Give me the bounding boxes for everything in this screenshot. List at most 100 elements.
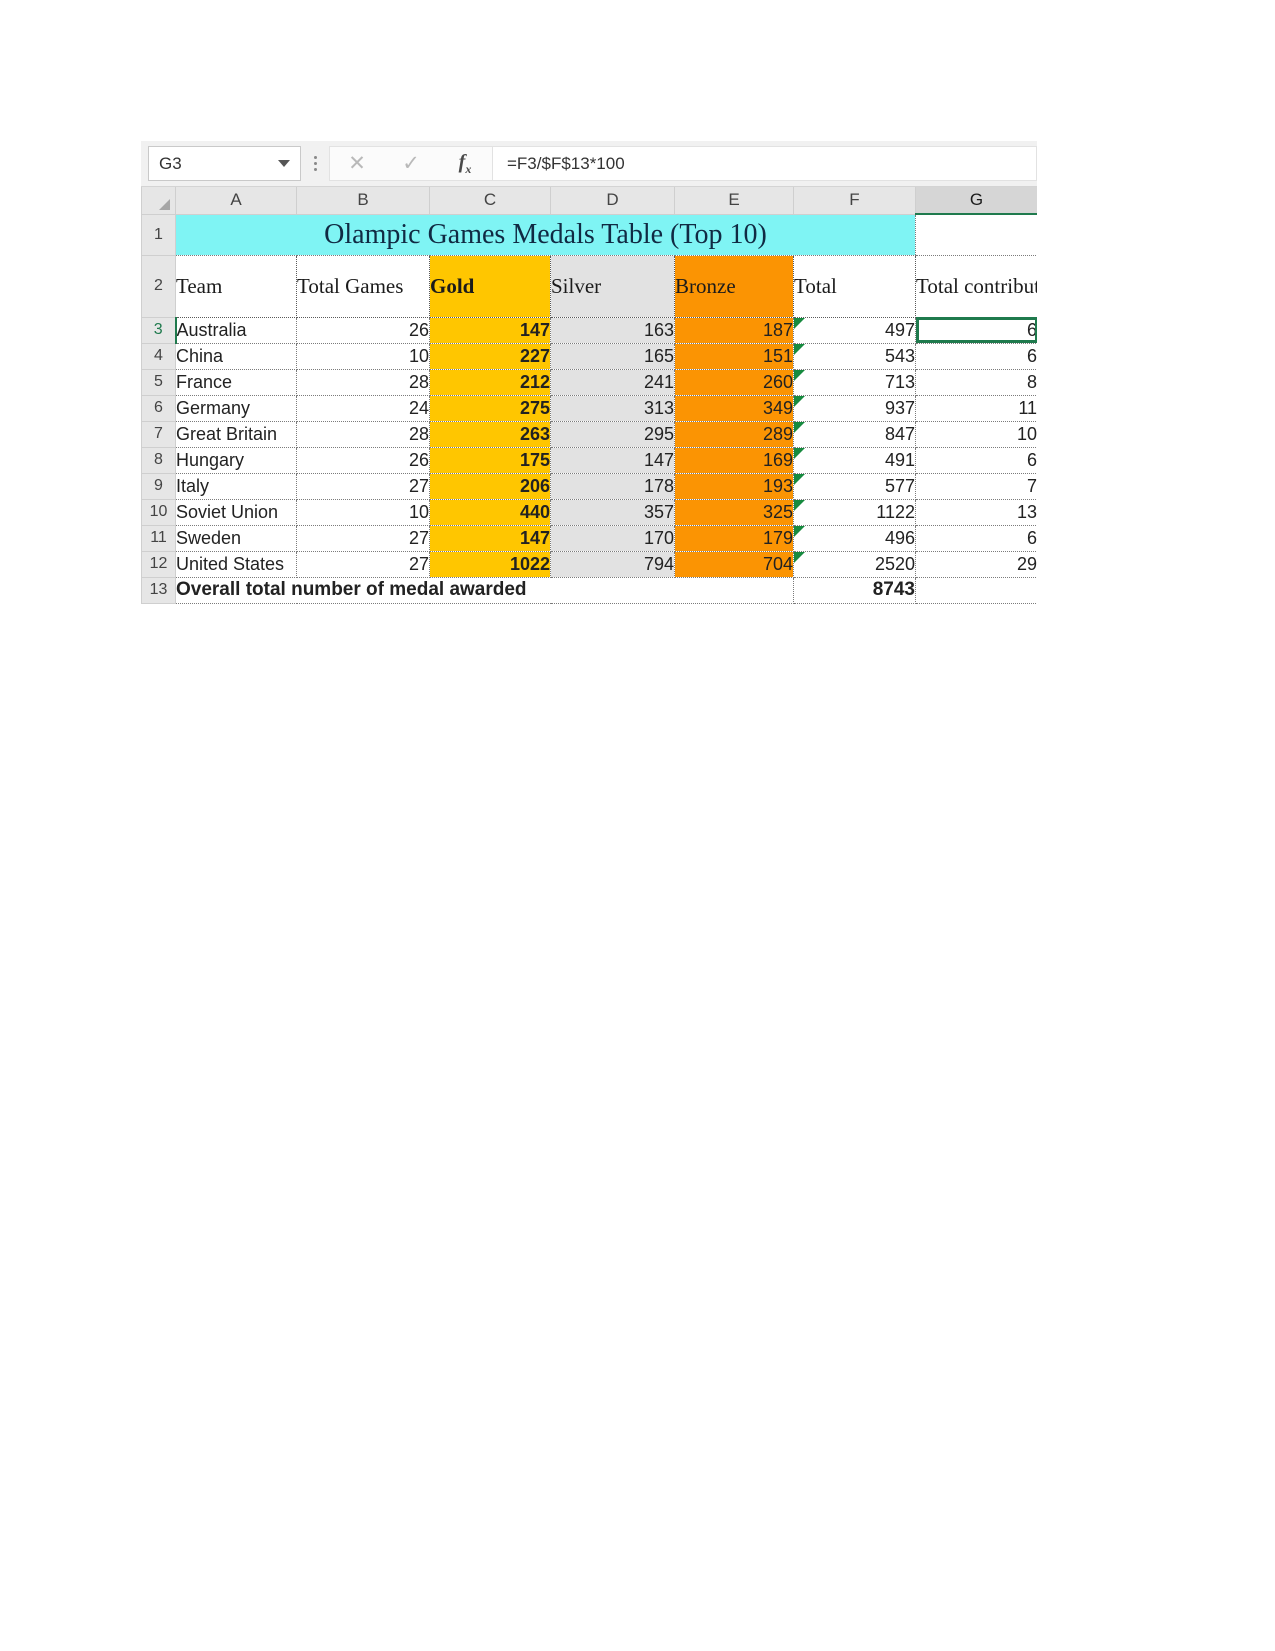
cell-bronze[interactable]: 187 — [674, 317, 794, 344]
cell-gold[interactable]: 275 — [429, 395, 551, 422]
cell-total[interactable]: 496 — [793, 525, 916, 552]
cell-silver[interactable]: 295 — [550, 421, 675, 448]
row-header-10[interactable]: 10 — [141, 498, 176, 526]
cell-silver[interactable]: 165 — [550, 343, 675, 370]
cell-total[interactable]: 577 — [793, 473, 916, 500]
row-header-2[interactable]: 2 — [141, 254, 176, 318]
cell-total-contribution[interactable]: 13 — [915, 499, 1037, 526]
header-bronze[interactable]: Bronze — [674, 255, 794, 318]
cell-total-games[interactable]: 27 — [296, 551, 430, 578]
cell-total-games[interactable]: 27 — [296, 525, 430, 552]
cell-total[interactable]: 1122 — [793, 499, 916, 526]
cell-silver[interactable]: 170 — [550, 525, 675, 552]
column-header-d[interactable]: D — [550, 187, 675, 215]
cell-gold[interactable]: 147 — [429, 317, 551, 344]
cell-total-contribution[interactable]: 6 — [915, 317, 1037, 344]
row-header-6[interactable]: 6 — [141, 394, 176, 422]
cell-team[interactable]: France — [175, 369, 297, 396]
cell-bronze[interactable]: 151 — [674, 343, 794, 370]
cell-bronze[interactable]: 179 — [674, 525, 794, 552]
column-header-b[interactable]: B — [296, 187, 430, 215]
footer-spacer-e[interactable] — [674, 577, 794, 604]
column-header-e[interactable]: E — [674, 187, 794, 215]
cell-team[interactable]: Australia — [175, 317, 297, 344]
cell-bronze[interactable]: 193 — [674, 473, 794, 500]
row-header-13[interactable]: 13 — [141, 576, 176, 604]
header-total[interactable]: Total — [793, 255, 916, 318]
row-header-9[interactable]: 9 — [141, 472, 176, 500]
formula-input[interactable]: =F3/$F$13*100 — [493, 146, 1037, 181]
cell-total[interactable]: 497 — [793, 317, 916, 344]
column-header-a[interactable]: A — [175, 187, 297, 215]
cell-total[interactable]: 713 — [793, 369, 916, 396]
cell-bronze[interactable]: 260 — [674, 369, 794, 396]
cell-silver[interactable]: 147 — [550, 447, 675, 474]
cell-total-contribution[interactable]: 6 — [915, 343, 1037, 370]
cell-total-games[interactable]: 10 — [296, 499, 430, 526]
cell-total-contribution[interactable]: 6 — [915, 447, 1037, 474]
footer-spacer-g[interactable] — [915, 577, 1037, 604]
cell-total-games[interactable]: 10 — [296, 343, 430, 370]
cell-silver[interactable]: 241 — [550, 369, 675, 396]
check-icon[interactable]: ✓ — [384, 153, 438, 174]
cell-total-games[interactable]: 28 — [296, 369, 430, 396]
row-header-5[interactable]: 5 — [141, 368, 176, 396]
header-gold[interactable]: Gold — [429, 255, 551, 318]
cell-team[interactable]: Italy — [175, 473, 297, 500]
cell-total[interactable]: 543 — [793, 343, 916, 370]
header-silver[interactable]: Silver — [550, 255, 675, 318]
row-header-12[interactable]: 12 — [141, 550, 176, 578]
cell-total[interactable]: 491 — [793, 447, 916, 474]
name-box[interactable]: G3 — [148, 146, 301, 181]
kebab-menu-icon[interactable] — [301, 141, 329, 186]
row-header-3[interactable]: 3 — [141, 316, 177, 344]
cell-gold[interactable]: 1022 — [429, 551, 551, 578]
cell-gold[interactable]: 206 — [429, 473, 551, 500]
cell-team[interactable]: China — [175, 343, 297, 370]
cell-g1[interactable] — [915, 214, 1037, 256]
cell-gold[interactable]: 263 — [429, 421, 551, 448]
footer-total[interactable]: 8743 — [793, 577, 916, 604]
cell-total[interactable]: 847 — [793, 421, 916, 448]
row-header-8[interactable]: 8 — [141, 446, 176, 474]
cell-gold[interactable]: 227 — [429, 343, 551, 370]
row-header-4[interactable]: 4 — [141, 342, 176, 370]
sheet-title[interactable]: Olampic Games Medals Table (Top 10) — [175, 214, 916, 256]
cell-team[interactable]: Great Britain — [175, 421, 297, 448]
cell-total-games[interactable]: 26 — [296, 447, 430, 474]
cell-gold[interactable]: 212 — [429, 369, 551, 396]
cell-total-contribution[interactable]: 8 — [915, 369, 1037, 396]
fx-icon[interactable]: fx — [438, 152, 492, 175]
cell-total-contribution[interactable]: 10 — [915, 421, 1037, 448]
cell-gold[interactable]: 440 — [429, 499, 551, 526]
cell-silver[interactable]: 163 — [550, 317, 675, 344]
cell-team[interactable]: Soviet Union — [175, 499, 297, 526]
column-header-c[interactable]: C — [429, 187, 551, 215]
cell-total-games[interactable]: 27 — [296, 473, 430, 500]
header-total-games[interactable]: Total Games — [296, 255, 430, 318]
cell-team[interactable]: United States — [175, 551, 297, 578]
cell-total[interactable]: 937 — [793, 395, 916, 422]
cell-bronze[interactable]: 349 — [674, 395, 794, 422]
cell-total[interactable]: 2520 — [793, 551, 916, 578]
chevron-down-icon[interactable] — [278, 160, 290, 167]
cell-total-contribution[interactable]: 29 — [915, 551, 1037, 578]
close-icon[interactable]: ✕ — [330, 153, 384, 174]
cell-bronze[interactable]: 289 — [674, 421, 794, 448]
cell-silver[interactable]: 357 — [550, 499, 675, 526]
cell-bronze[interactable]: 704 — [674, 551, 794, 578]
cell-silver[interactable]: 794 — [550, 551, 675, 578]
row-header-1[interactable]: 1 — [141, 213, 176, 256]
cell-team[interactable]: Germany — [175, 395, 297, 422]
header-total-contribution[interactable]: Total contribution — [915, 255, 1037, 318]
row-header-7[interactable]: 7 — [141, 420, 176, 448]
cell-total-contribution[interactable]: 6 — [915, 525, 1037, 552]
cell-team[interactable]: Sweden — [175, 525, 297, 552]
footer-label[interactable]: Overall total number of medal awarded — [175, 577, 675, 604]
cell-total-games[interactable]: 28 — [296, 421, 430, 448]
column-header-f[interactable]: F — [793, 187, 916, 215]
cell-bronze[interactable]: 169 — [674, 447, 794, 474]
cell-total-contribution[interactable]: 11 — [915, 395, 1037, 422]
cell-silver[interactable]: 313 — [550, 395, 675, 422]
cell-total-games[interactable]: 26 — [296, 317, 430, 344]
